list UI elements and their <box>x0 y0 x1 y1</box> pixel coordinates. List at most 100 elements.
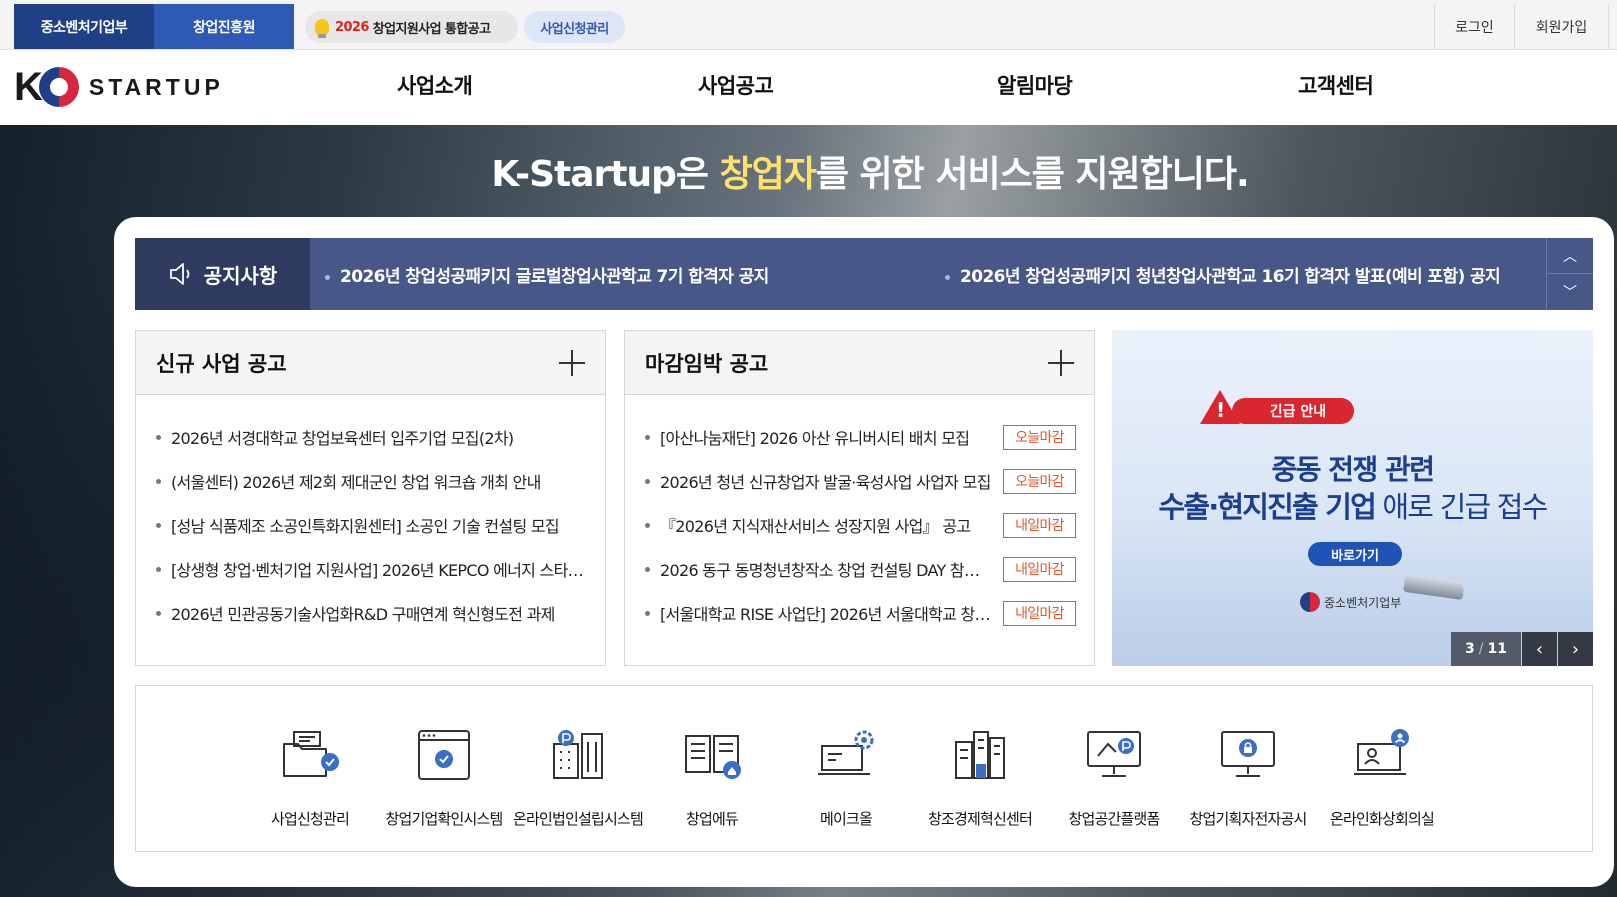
open-book-icon <box>685 735 741 779</box>
laptop-user-icon <box>1354 729 1409 775</box>
list-item[interactable]: [상생형 창업·벤처기업 지원사업] 2026년 KEPCO 에너지 스타트업 <box>156 547 587 591</box>
new-biz-box: 신규 사업 공고 2026년 서경대학교 창업보육센터 입주기업 모집(2차) … <box>135 330 606 666</box>
notice-controls: ︿ ﹀ <box>1546 238 1593 310</box>
menu-about[interactable]: 사업소개 <box>397 70 473 100</box>
list-item[interactable]: (서울센터) 2026년 제2회 제대군인 창업 워크숍 개최 안내 <box>156 459 587 503</box>
new-biz-title: 신규 사업 공고 <box>156 351 287 376</box>
list-item-text: [서울대학교 RISE 사업단] 2026년 서울대학교 창업 모집 <box>660 605 991 624</box>
bullet-dot <box>645 566 650 572</box>
agency-tabs: 중소벤처기업부 창업진흥원 <box>14 4 294 49</box>
notice-item[interactable]: 2026년 창업성공패키지 청년창업사관학교 16기 합격자 발표(예비 포함)… <box>945 262 1501 287</box>
deadline-badge: 오늘마감 <box>1003 424 1076 450</box>
main-navigation: K STARTUP 사업소개 사업공고 알림마당 고객센터 <box>0 50 1617 125</box>
bullet-dot <box>645 610 650 616</box>
speaker-icon <box>169 263 190 285</box>
quick-link-video-conference[interactable]: 온라인화상회의실 <box>1313 726 1451 829</box>
quick-link-label: 창업에듀 <box>685 810 739 828</box>
lightbulb-icon <box>315 19 329 38</box>
banner-headline-light: 애로 긴급 접수 <box>1375 490 1548 524</box>
deadline-header: 마감임박 공고 <box>625 331 1094 395</box>
laptop-gear-icon <box>818 730 874 775</box>
kstartup-logo[interactable]: K STARTUP <box>14 64 224 110</box>
list-item-text: 『2026년 지식재산서비스 성장지원 사업』 공고 <box>660 517 971 536</box>
promo-banner[interactable]: ! 긴급 안내 중동 전쟁 관련 수출·현지진출 기업 애로 긴급 접수 바로가… <box>1112 330 1593 666</box>
chevron-right-icon[interactable]: › <box>1558 632 1593 666</box>
browser-check-icon <box>418 730 470 780</box>
deadline-badge: 내일마감 <box>1003 556 1076 582</box>
slide-total: 11 <box>1487 641 1507 657</box>
new-biz-list: 2026년 서경대학교 창업보육센터 입주기업 모집(2차) (서울센터) 20… <box>136 395 605 635</box>
announcement-text: 창업지원사업 통합공고 <box>372 21 491 37</box>
list-item-text: [아산나눔재단] 2026 아산 유니버시티 배치 모집 <box>660 429 970 448</box>
quick-link-label: 사업신청관리 <box>270 810 350 828</box>
bullet-dot <box>645 434 650 440</box>
bullet-dot <box>156 610 161 616</box>
list-item[interactable]: 2026년 민관공동기술사업화R&D 구매연계 혁신형도전 과제 <box>156 591 587 635</box>
quick-link-label: 창조경제혁신센터 <box>927 810 1033 828</box>
chevron-down-icon[interactable]: ﹀ <box>1547 274 1593 310</box>
menu-support[interactable]: 고객센터 <box>1298 70 1374 100</box>
hero-title-post: 를 위한 서비스를 지원합니다. <box>815 154 1250 195</box>
banner-org-text: 중소벤처기업부 <box>1324 595 1402 610</box>
logo-word: STARTUP <box>88 73 224 100</box>
taegeuk-icon <box>38 67 79 107</box>
list-item-text: [성남 식품제조 소공인특화지원센터] 소공인 기술 컨설팅 모집 <box>171 517 560 536</box>
quick-link-ccei[interactable]: 창조경제혁신센터 <box>911 726 1049 829</box>
slide-counter: 3/11 <box>1451 632 1521 666</box>
slide-current: 3 <box>1465 641 1475 657</box>
banner-pager: 3/11 ‹ › <box>1451 632 1593 666</box>
quick-link-label: 창업공간플랫폼 <box>1068 810 1160 828</box>
bullet-dot <box>945 274 950 280</box>
list-item-text: 2026년 서경대학교 창업보육센터 입주기업 모집(2차) <box>171 429 514 448</box>
quick-link-space-platform[interactable]: 창업공간플랫폼 <box>1045 726 1183 829</box>
quick-link-apply-manage[interactable]: 사업신청관리 <box>241 726 379 829</box>
menu-announcements[interactable]: 사업공고 <box>698 70 774 100</box>
join-link[interactable]: 회원가입 <box>1514 4 1609 50</box>
notice-label[interactable]: 공지사항 <box>135 238 310 310</box>
integrated-announcement-link[interactable]: 2026 창업지원사업 통합공고 <box>305 11 518 43</box>
list-item[interactable]: [성남 식품제조 소공인특화지원센터] 소공인 기술 컨설팅 모집 <box>156 503 587 547</box>
quick-link-label: 온라인법인설립시스템 <box>512 810 644 828</box>
bullet-dot <box>156 478 161 484</box>
plus-icon[interactable] <box>559 350 585 376</box>
quick-link-disclosure[interactable]: 창업기획자전자공시 <box>1179 726 1317 829</box>
quick-link-label: 창업기획자전자공시 <box>1189 810 1307 828</box>
menu-news[interactable]: 알림마당 <box>997 70 1073 100</box>
list-item-text: 2026년 민관공동기술사업화R&D 구매연계 혁신형도전 과제 <box>171 605 555 624</box>
announcement-year: 2026 <box>335 19 369 35</box>
list-item[interactable]: 2026년 서경대학교 창업보육센터 입주기업 모집(2차) <box>156 415 587 459</box>
list-item[interactable]: 『2026년 지식재산서비스 성장지원 사업』 공고 내일마감 <box>645 503 1076 547</box>
list-item[interactable]: [서울대학교 RISE 사업단] 2026년 서울대학교 창업 모집 내일마감 <box>645 591 1076 635</box>
list-item[interactable]: [아산나눔재단] 2026 아산 유니버시티 배치 모집 오늘마감 <box>645 415 1076 459</box>
notice-label-text: 공지사항 <box>203 263 278 288</box>
agency-link[interactable]: 창업진흥원 <box>154 4 294 49</box>
banner-org: 중소벤처기업부 <box>1300 592 1401 612</box>
banner-go-button[interactable]: 바로가기 <box>1308 542 1402 566</box>
ministry-link[interactable]: 중소벤처기업부 <box>14 4 154 49</box>
login-link[interactable]: 로그인 <box>1434 4 1514 50</box>
quick-link-incorporation[interactable]: 온라인법인설립시스템 <box>509 726 647 829</box>
deadline-badge: 오늘마감 <box>1003 468 1076 494</box>
account-links: 로그인 회원가입 <box>1434 4 1609 50</box>
quick-link-makeall[interactable]: 메이크올 <box>777 726 915 829</box>
banner-headline-bold: 수출·현지진출 기업 <box>1158 490 1376 524</box>
list-item[interactable]: 2026년 청년 신규창업자 발굴·육성사업 사업자 모집 오늘마감 <box>645 459 1076 503</box>
plus-icon[interactable] <box>1048 350 1074 376</box>
quick-link-label: 온라인화상회의실 <box>1329 810 1435 828</box>
deadline-box: 마감임박 공고 [아산나눔재단] 2026 아산 유니버시티 배치 모집 오늘마감… <box>624 330 1095 666</box>
list-item-text: (서울센터) 2026년 제2회 제대군인 창업 워크숍 개최 안내 <box>171 473 541 492</box>
bullet-dot <box>156 522 161 528</box>
hero-title: K-Startup은 창업자를 위한 서비스를 지원합니다. <box>0 145 1617 197</box>
list-item-text: 2026 동구 동명청년창작소 창업 컨설팅 DAY 참가자 모집 <box>660 561 991 580</box>
quick-link-confirm-system[interactable]: 창업기업확인시스템 <box>375 726 513 829</box>
notice-item-text: 2026년 창업성공패키지 글로벌창업사관학교 7기 합격자 공지 <box>340 267 769 287</box>
bullet-dot <box>156 434 161 440</box>
chevron-left-icon[interactable]: ‹ <box>1522 632 1557 666</box>
quick-link-edu[interactable]: 창업에듀 <box>643 726 781 829</box>
list-item-text: 2026년 청년 신규창업자 발굴·육성사업 사업자 모집 <box>660 473 991 492</box>
list-item[interactable]: 2026 동구 동명청년창작소 창업 컨설팅 DAY 참가자 모집 내일마감 <box>645 547 1076 591</box>
apply-manage-link[interactable]: 사업신청관리 <box>524 11 625 43</box>
monitor-lock-icon <box>1221 731 1275 777</box>
chevron-up-icon[interactable]: ︿ <box>1547 238 1593 274</box>
notice-item[interactable]: 2026년 창업성공패키지 글로벌창업사관학교 7기 합격자 공지 <box>325 262 769 287</box>
